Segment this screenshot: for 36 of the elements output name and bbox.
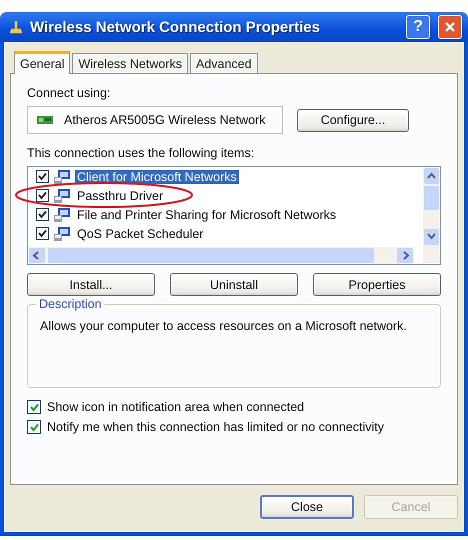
description-text: Allows your computer to access resources on a Microsoft network. — [40, 319, 408, 334]
checkbox[interactable] — [27, 400, 41, 414]
checkbox[interactable] — [27, 420, 41, 434]
list-item[interactable]: Client for Microsoft Networks — [75, 170, 239, 184]
close-icon — [444, 21, 456, 33]
computer-icon — [53, 188, 71, 204]
tab[interactable]: General — [14, 51, 70, 74]
dialog-button[interactable]: Close — [260, 495, 354, 519]
computer-icon — [53, 168, 71, 184]
network-icon — [8, 19, 24, 35]
action-button[interactable]: Uninstall — [170, 273, 298, 296]
configure-button[interactable]: Configure... — [297, 108, 409, 132]
window-title: Wireless Network Connection Properties — [30, 18, 321, 36]
checkbox[interactable] — [36, 227, 49, 240]
checkbox[interactable] — [36, 208, 49, 221]
option-label: Show icon in notification area when connected — [47, 400, 304, 414]
computer-icon — [53, 226, 71, 242]
computer-icon — [53, 206, 71, 222]
checkbox[interactable] — [36, 170, 49, 183]
action-button[interactable]: Properties — [313, 273, 441, 296]
list-item[interactable]: File and Printer Sharing for Microsoft Networks — [75, 208, 338, 222]
horizontal-scrollbar[interactable] — [28, 247, 414, 264]
section-label: This connection uses the following items: — [27, 146, 256, 160]
list-item[interactable]: QoS Packet Scheduler — [75, 226, 206, 240]
tab[interactable]: Wireless Networks — [72, 53, 188, 73]
adapter-name: Atheros AR5005G Wireless Network — [64, 113, 266, 127]
help-button[interactable]: ? — [406, 15, 430, 39]
group-title: Description — [36, 297, 105, 311]
close-button[interactable] — [438, 15, 462, 39]
checkbox[interactable] — [36, 189, 49, 202]
action-button[interactable]: Install... — [27, 273, 155, 296]
option-label: Notify me when this connection has limited or no connectivity — [47, 420, 384, 434]
network-card-icon — [36, 114, 54, 126]
tab[interactable]: Advanced — [190, 53, 258, 73]
vertical-scrollbar[interactable] — [423, 167, 440, 263]
section-label: Connect using: — [27, 86, 112, 100]
